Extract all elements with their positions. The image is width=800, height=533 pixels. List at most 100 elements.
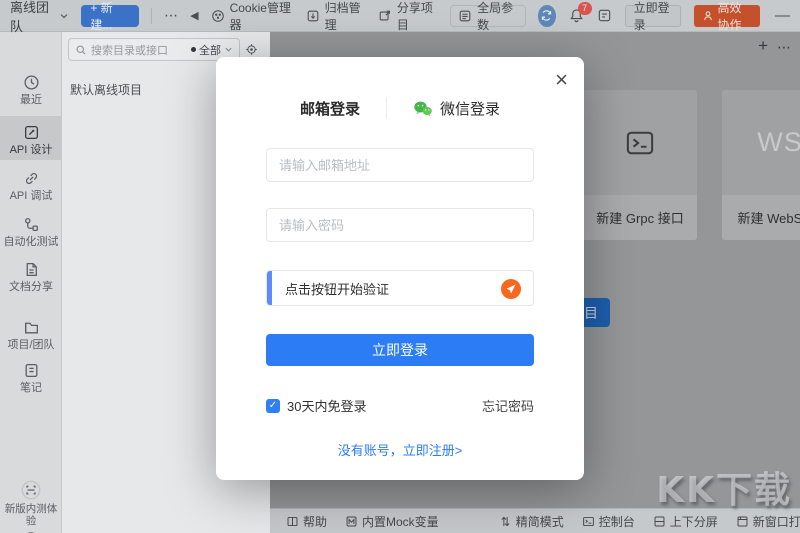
captcha-verify-icon[interactable]: [500, 278, 522, 300]
mock-vars-button[interactable]: 内置Mock变量: [345, 513, 439, 530]
archive-manager-button[interactable]: 归档管理: [306, 0, 366, 33]
team-switcher-label: 离线团队: [10, 0, 55, 35]
back-icon[interactable]: ◀: [190, 9, 198, 22]
split-screen-button[interactable]: 上下分屏: [653, 513, 718, 530]
share-project-button[interactable]: 分享项目: [378, 0, 438, 33]
project-team-icon: [0, 319, 62, 336]
forgot-password-link[interactable]: 忘记密码: [482, 396, 534, 415]
collab-button[interactable]: 高效协作: [694, 5, 760, 27]
card-new-grpc[interactable]: 新建 Grpc 接口: [583, 90, 697, 240]
global-params-label: 全局参数: [477, 0, 518, 33]
person-icon: [702, 10, 714, 22]
mock-icon: [345, 515, 358, 528]
add-tab-icon[interactable]: +: [758, 36, 768, 56]
feedback-icon[interactable]: [597, 8, 612, 23]
notifications-button[interactable]: 7: [569, 8, 584, 23]
search-filter[interactable]: 全部: [191, 42, 233, 58]
rail-item-beta[interactable]: 新版内测体验: [0, 480, 62, 527]
help-button[interactable]: 帮助: [286, 513, 327, 530]
api-debug-icon: [0, 170, 62, 187]
rail-label-beta: 新版内测体验: [0, 503, 62, 527]
rail-label-recent: 最近: [0, 94, 62, 106]
card-new-grpc-label: 新建 Grpc 接口: [596, 208, 683, 227]
login-submit-button[interactable]: 立即登录: [266, 334, 534, 366]
global-params-button[interactable]: 全局参数: [450, 5, 526, 27]
topbar-login-label: 立即登录: [634, 0, 672, 33]
rail-label-api-debug: API 调试: [0, 190, 62, 202]
card-new-websocket[interactable]: WS 新建 WebSock: [722, 90, 800, 240]
archive-manager-label: 归档管理: [325, 0, 366, 33]
remember-me[interactable]: ✓ 30天内免登录: [266, 396, 366, 415]
ws-watermark: WS: [757, 127, 800, 158]
more-icon[interactable]: ⋯: [164, 7, 178, 24]
compact-mode-label: 精简模式: [516, 513, 564, 530]
captcha-label: 点击按钮开始验证: [285, 279, 389, 298]
collab-label: 高效协作: [718, 0, 752, 33]
help-icon: [286, 515, 299, 528]
card-new-websocket-label: 新建 WebSock: [737, 208, 800, 227]
mock-vars-label: 内置Mock变量: [362, 513, 439, 530]
rail-item-api-design[interactable]: API 设计: [0, 116, 62, 160]
rail-label-notes: 笔记: [0, 382, 62, 394]
notification-badge: 7: [578, 2, 592, 15]
search-box[interactable]: 搜索目录或接口 全部: [68, 38, 240, 61]
register-link[interactable]: 没有账号，立即注册>: [266, 440, 534, 459]
archive-icon: [306, 9, 320, 23]
email-field[interactable]: [266, 148, 534, 182]
tab-wechat-login[interactable]: 微信登录: [413, 98, 500, 119]
remember-label: 30天内免登录: [287, 396, 366, 415]
tab-divider: [386, 97, 387, 119]
chevron-down-icon: [59, 11, 69, 21]
sync-icon: [540, 9, 553, 22]
clock-icon: [0, 74, 62, 91]
new-button[interactable]: + 新建...: [81, 5, 139, 27]
rail-item-doc-share[interactable]: 文档分享: [0, 261, 62, 293]
compact-mode-icon: [499, 515, 512, 528]
tab-email-login[interactable]: 邮箱登录: [300, 98, 360, 119]
new-window-button[interactable]: 新窗口打开: [736, 513, 800, 530]
share-icon: [378, 9, 392, 23]
toolbar-divider: [151, 8, 152, 24]
rail-item-automation[interactable]: 自动化测试: [0, 216, 62, 248]
topbar-login-button[interactable]: 立即登录: [625, 5, 681, 27]
params-icon: [458, 9, 472, 23]
remember-checkbox[interactable]: ✓: [266, 399, 280, 413]
minimize-icon[interactable]: —: [775, 7, 790, 24]
rail-item-recent[interactable]: 最近: [0, 74, 62, 106]
search-icon: [75, 44, 87, 56]
api-design-icon: [0, 124, 62, 141]
console-button[interactable]: 控制台: [582, 513, 635, 530]
new-button-label: + 新建...: [90, 0, 130, 33]
split-screen-icon: [653, 515, 666, 528]
rail-label-automation: 自动化测试: [0, 236, 62, 248]
locate-target-icon[interactable]: [245, 43, 258, 56]
toolbar-right-group: 7 立即登录 高效协作 —: [538, 5, 790, 27]
rail-label-api-design: API 设计: [0, 144, 62, 156]
console-label: 控制台: [599, 513, 635, 530]
project-name: 默认离线项目: [70, 81, 222, 98]
share-project-label: 分享项目: [397, 0, 438, 33]
search-placeholder: 搜索目录或接口: [91, 42, 187, 58]
close-icon[interactable]: ×: [555, 69, 568, 91]
new-window-label: 新窗口打开: [753, 513, 800, 530]
split-screen-label: 上下分屏: [670, 513, 718, 530]
new-window-icon: [736, 515, 749, 528]
filter-label: 全部: [199, 42, 221, 58]
compact-mode-button[interactable]: 精简模式: [499, 513, 564, 530]
team-switcher[interactable]: 离线团队: [10, 0, 69, 35]
partial-project-button-label: 目: [584, 303, 598, 323]
cookie-manager-button[interactable]: Cookie管理器: [211, 0, 294, 33]
captcha-accent-bar: [267, 271, 272, 305]
tab-more-icon[interactable]: ⋯: [777, 39, 792, 56]
rail-item-api-debug[interactable]: API 调试: [0, 170, 62, 202]
login-tabs: 邮箱登录 微信登录: [216, 97, 584, 119]
sync-avatar[interactable]: [538, 5, 555, 27]
left-rail: 最近 API 设计 API 调试 自动化测试 文档分享: [0, 32, 62, 533]
password-field[interactable]: [266, 208, 534, 242]
captcha-widget[interactable]: 点击按钮开始验证: [266, 270, 534, 306]
terminal-icon: [625, 129, 655, 157]
note-icon: [0, 362, 62, 379]
rail-item-project-team[interactable]: 项目/团队: [0, 319, 62, 351]
top-toolbar: 离线团队 + 新建... ⋯ ◀ Cookie管理器 归档管理 分享项目: [0, 0, 800, 32]
rail-item-notes[interactable]: 笔记: [0, 362, 62, 394]
